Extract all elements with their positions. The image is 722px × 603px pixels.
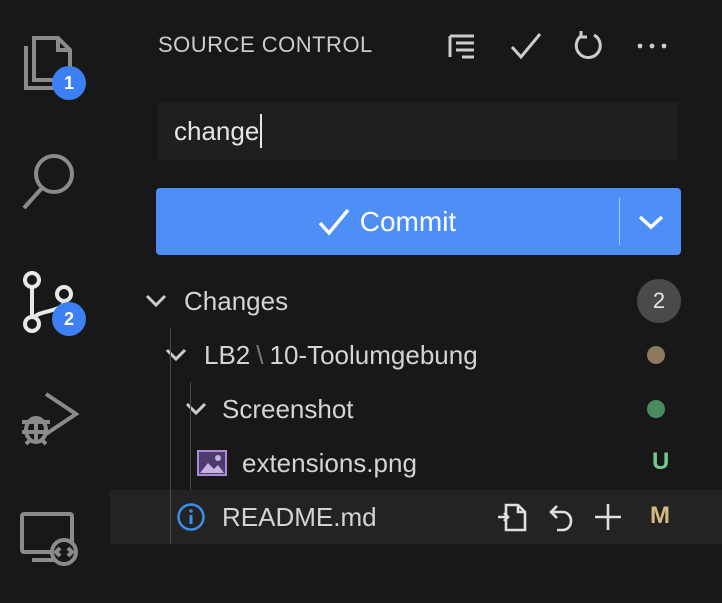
indent-guide [170,328,171,544]
indent-guide [190,382,191,490]
open-file-button[interactable] [494,499,530,535]
file-row-readme-md[interactable]: README.md M [110,490,722,544]
text-caret [260,114,263,148]
plus-icon [595,504,621,530]
file-name: README.md [222,501,377,532]
folder-modified-dot [647,346,665,364]
file-name: extensions.png [242,447,417,478]
commit-button-label: Commit [359,205,457,237]
changes-group-header[interactable]: Changes 2 [110,274,722,328]
commit-message-value: change [174,115,260,146]
chevron-down-icon [638,215,663,229]
source-control-button[interactable]: 2 [0,262,100,342]
refresh-icon [574,31,602,60]
list-tree-icon [448,34,474,59]
remote-explorer-button[interactable] [0,498,100,578]
commit-message-input[interactable]: change [158,102,678,160]
source-control-panel: SOURCE CONTROL change Commit Changes 2 L… [110,0,722,603]
commit-check-button[interactable] [508,28,544,64]
modified-status: M [650,502,670,529]
path-separator: \ [256,339,264,370]
refresh-button[interactable] [570,28,606,64]
chevron-down-icon [164,343,188,367]
check-icon [318,208,350,236]
chevron-down-icon [184,397,208,421]
more-actions-button[interactable] [634,28,670,64]
stage-changes-button[interactable] [590,499,626,535]
view-as-tree-button[interactable] [444,28,480,64]
changes-count-badge: 2 [637,279,681,323]
file-row-extensions-png[interactable]: extensions.png U [110,436,722,490]
discard-changes-button[interactable] [542,499,578,535]
activity-bar: 1 2 [0,0,110,603]
untracked-status: U [652,448,670,475]
folder-row-lb2[interactable]: LB2 \ 10-Toolumgebung [110,328,722,382]
explorer-badge: 1 [52,66,86,100]
explorer-button[interactable]: 1 [0,20,100,100]
ellipsis-icon [637,43,667,49]
folder-row-screenshot[interactable]: Screenshot [110,382,722,436]
source-control-badge: 2 [52,302,86,336]
commit-button[interactable]: Commit [156,188,618,255]
search-icon [22,154,74,210]
folder-untracked-dot [647,400,665,418]
check-icon [510,33,542,60]
discard-icon [549,505,573,532]
commit-button-group: Commit [156,188,681,255]
info-icon [177,503,205,531]
go-to-file-icon [498,503,527,532]
folder-segment-2: 10-Toolumgebung [269,339,478,370]
subfolder-label: Screenshot [222,393,354,424]
search-button[interactable] [0,140,100,220]
remote-explorer-icon [20,512,78,566]
commit-dropdown-button[interactable] [620,188,681,255]
panel-title: SOURCE CONTROL [158,32,373,57]
folder-segment-1: LB2 [204,339,251,370]
changes-group-label: Changes [184,285,289,316]
run-debug-icon [22,392,80,446]
run-debug-button[interactable] [0,378,100,458]
chevron-down-icon [144,289,168,313]
image-file-icon [197,450,227,476]
